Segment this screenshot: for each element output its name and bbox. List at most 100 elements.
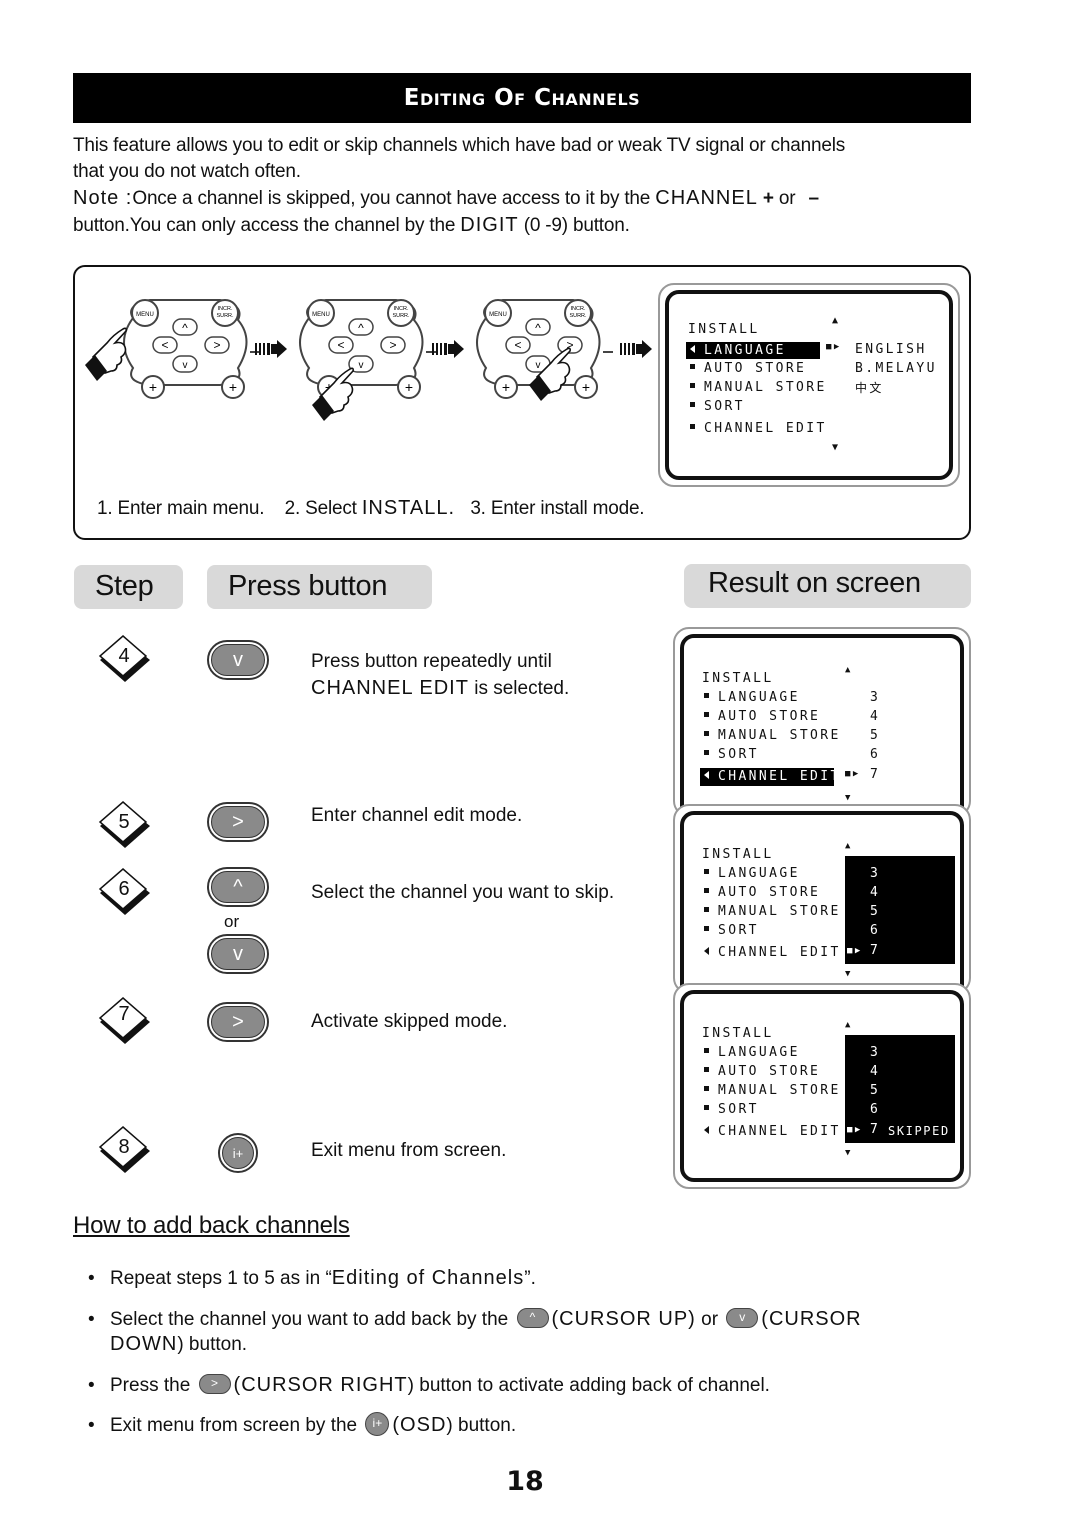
channel-edit-keyword: CHANNEL EDIT — [311, 677, 469, 699]
result-column-header: Result on screen — [684, 564, 971, 608]
language-option-chinese: 中文 — [855, 381, 884, 395]
step-4-line-1: Press button repeatedly until — [311, 651, 552, 672]
step-6-number: 6 — [118, 878, 130, 900]
scroll-up-icon: ▲ — [845, 665, 853, 675]
osd-item-language: LANGUAGE — [704, 866, 800, 881]
osd-title: INSTALL — [702, 847, 774, 862]
caption-step-3: 3. Enter install mode. — [470, 498, 645, 519]
channel-value-3: 3 — [870, 1045, 881, 1060]
channel-value-5: 5 — [870, 1083, 881, 1098]
osd-icon: i+ — [365, 1411, 390, 1436]
osd-button[interactable]: i+ — [218, 1133, 258, 1173]
osd-item-auto-store: AUTO STORE — [704, 709, 820, 724]
diagram-captions: 1. Enter main menu. 2. Select INSTALL. 3… — [97, 495, 645, 522]
cursor-right-icon: > — [198, 1373, 231, 1394]
osd-item-manual-store: MANUAL STORE — [704, 904, 841, 919]
page-number: 18 — [506, 1466, 544, 1497]
plus-symbol: + — [762, 188, 774, 209]
channel-value-4: 4 — [870, 1064, 881, 1079]
cursor-up-icon: ^ — [516, 1307, 549, 1328]
note-text-3: (0 -9) button. — [518, 215, 630, 236]
or-label: or — [224, 912, 240, 931]
cursor-down-icon: v — [726, 1307, 759, 1328]
osd-item-channel-edit-selected: CHANNEL EDIT — [700, 768, 838, 786]
pointer-arrow-icon: ■▶ — [845, 769, 861, 779]
osd-item-sort: SORT — [704, 1102, 759, 1117]
intro-paragraph: This feature allows you to edit or skip … — [73, 133, 973, 239]
cursor-down-button[interactable]: v — [207, 640, 269, 680]
channel-value-6: 6 — [870, 923, 881, 938]
cursor-right-button[interactable]: > — [207, 802, 269, 842]
scroll-down-icon: ▼ — [845, 793, 853, 803]
channel-value-3: 3 — [870, 866, 881, 881]
pointer-arrow-icon: ■▶ — [847, 946, 863, 956]
language-option-melayu: B.MELAYU — [855, 361, 937, 376]
press-button-column-header: Press button — [207, 565, 432, 609]
note-line-2: button.You can only access the channel b… — [73, 212, 973, 239]
chevron-down-icon: v — [211, 644, 265, 676]
pointer-arrow-icon: ■▶ — [847, 1125, 863, 1135]
osd-item-auto-store: AUTO STORE — [704, 1064, 820, 1079]
intro-line-1: This feature allows you to edit or skip … — [73, 135, 846, 156]
osd-item-manual-store: MANUAL STORE — [704, 728, 841, 743]
cursor-down-button-2[interactable]: v — [207, 934, 269, 974]
note-text: Once a channel is skipped, you cannot ha… — [132, 188, 656, 209]
channel-value-5: 5 — [870, 728, 881, 743]
flow-arrow-2 — [432, 340, 464, 358]
install-keyword: INSTALL. — [361, 497, 456, 519]
channel-value-6: 6 — [870, 1102, 881, 1117]
channel-value-5: 5 — [870, 904, 881, 919]
step-8-text: Exit menu from screen. — [311, 1140, 507, 1161]
chevron-down-icon: v — [211, 938, 265, 970]
step-5-text: Enter channel edit mode. — [311, 805, 523, 826]
osd-item-sort: SORT — [690, 399, 745, 414]
channel-value-7: 7 — [870, 1122, 881, 1137]
intro-line-2: that you do not watch often. — [73, 161, 301, 182]
osd-title: INSTALL — [702, 671, 774, 686]
step-6-text: Select the channel you want to skip. — [311, 882, 615, 903]
chevron-right-icon: > — [211, 1006, 265, 1038]
scroll-down-icon: ▼ — [845, 1148, 853, 1158]
editing-of-channels-ref: Editing of Channels — [331, 1267, 525, 1289]
osd-item-manual-store: MANUAL STORE — [704, 1083, 841, 1098]
osd-install-language-screen: INSTALL ▲ LANGUAGE AUTO STORE MANUAL STO… — [658, 283, 960, 487]
section-title: Editing Of Channels — [403, 85, 641, 111]
digit-keyword: DIGIT — [460, 214, 519, 236]
step-4-text: Press button repeatedly until CHANNEL ED… — [311, 649, 569, 702]
osd-item-channel-edit: CHANNEL EDIT — [690, 421, 827, 436]
osd-item-sort: SORT — [704, 923, 759, 938]
channel-value-7: 7 — [870, 943, 881, 958]
scroll-up-icon: ▲ — [845, 841, 853, 851]
caption-step-2: 2. Select — [284, 498, 362, 519]
osd-item-language: LANGUAGE — [704, 1045, 800, 1060]
install-diagram-box: MENU INCR. SURR. ^ < > v + + — [73, 265, 971, 540]
osd-item-channel-edit: CHANNEL EDIT — [704, 945, 841, 960]
osd-title: INSTALL — [702, 1026, 774, 1041]
osd-info-icon: i+ — [222, 1137, 254, 1169]
note-line-1: Note :Once a channel is skipped, you can… — [73, 185, 973, 212]
step-7-text: Activate skipped mode. — [311, 1011, 508, 1032]
step-5-number: 5 — [118, 811, 130, 833]
cursor-right-button-2[interactable]: > — [207, 1002, 269, 1042]
or-text: or — [773, 188, 801, 209]
add-back-heading: How to add back channels — [73, 1212, 350, 1239]
scroll-down-icon: ▼ — [845, 969, 853, 979]
pointer-arrow-icon: ■▶ — [826, 342, 842, 352]
channel-value-7: 7 — [870, 767, 881, 782]
osd-item-auto-store: AUTO STORE — [704, 885, 820, 900]
remote-2 — [299, 299, 437, 399]
step-7-number: 7 — [118, 1003, 130, 1025]
section-title-bar: Editing Of Channels — [73, 73, 971, 123]
channel-keyword: CHANNEL — [655, 187, 758, 209]
result-screen-channel-edit-selected: INSTALL ▲ LANGUAGE AUTO STORE MANUAL STO… — [673, 627, 971, 825]
channel-value-6: 6 — [870, 747, 881, 762]
flow-arrow-3 — [620, 340, 652, 358]
cursor-up-button[interactable]: ^ — [207, 867, 269, 907]
channel-value-4: 4 — [870, 885, 881, 900]
osd-item-language-selected: LANGUAGE — [686, 342, 820, 359]
scroll-up-icon: ▲ — [845, 1020, 853, 1030]
step-4-number: 4 — [118, 645, 130, 667]
result-screen-channel-edit-mode: INSTALL ▲ LANGUAGE AUTO STORE MANUAL STO… — [673, 804, 971, 1002]
osd-item-auto-store: AUTO STORE — [690, 361, 806, 376]
chevron-right-icon: > — [211, 806, 265, 838]
